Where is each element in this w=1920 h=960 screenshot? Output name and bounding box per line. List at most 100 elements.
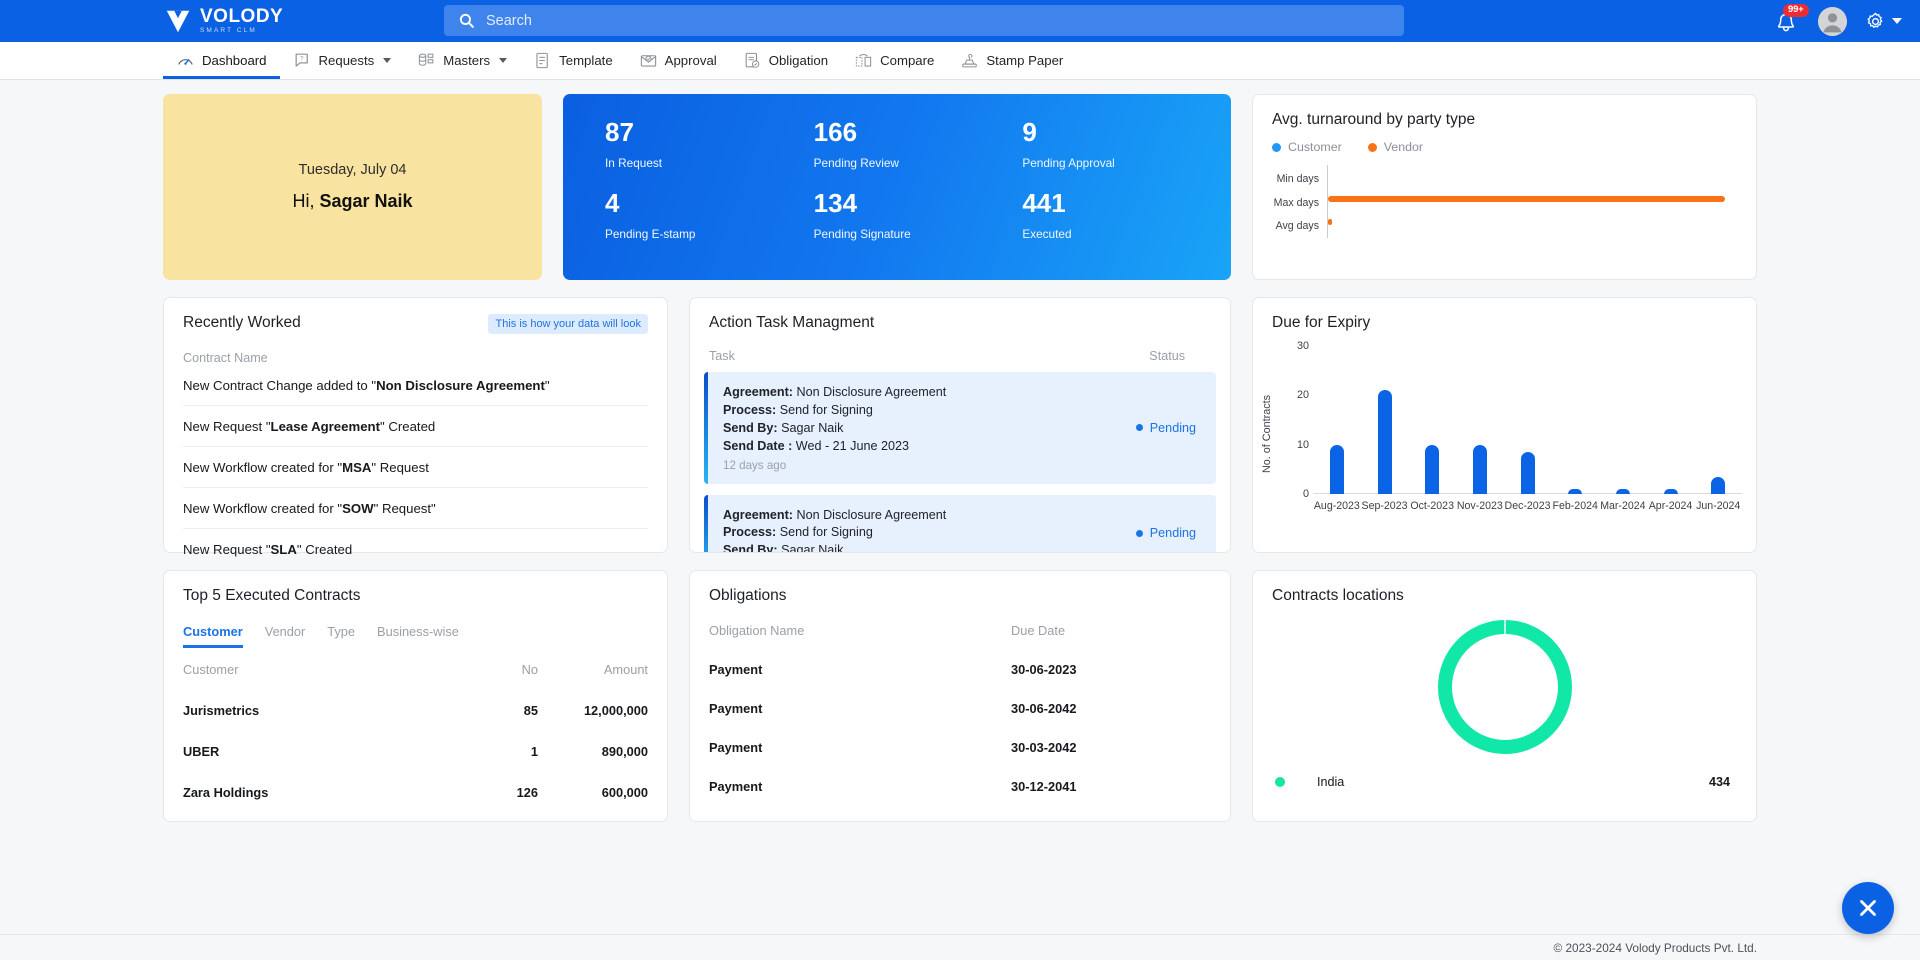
bar-column (1551, 346, 1599, 494)
donut-svg[interactable] (1431, 613, 1579, 761)
item-strong: SLA (270, 542, 297, 557)
request-icon: ? (295, 53, 308, 67)
tab-type[interactable]: Type (316, 618, 366, 648)
stat-label: In Request (605, 155, 663, 170)
table-row[interactable]: Payment 30-03-2042 (709, 728, 1211, 767)
stat-pending-review[interactable]: 166 Pending Review (814, 117, 1023, 189)
tab-customer[interactable]: Customer (183, 618, 254, 648)
status-label: Pending (1149, 526, 1196, 541)
bar-apr-2024[interactable] (1663, 489, 1678, 494)
list-item[interactable]: New Request "SLA" Created (183, 529, 648, 569)
cell-customer: Zara Holdings (183, 785, 269, 800)
settings-menu[interactable] (1865, 11, 1902, 32)
task-process: Process: Send for Signing (723, 524, 946, 542)
nav-item-compare[interactable]: Compare (841, 42, 947, 79)
column-no: No (521, 662, 538, 677)
turnaround-title: Avg. turnaround by party type (1272, 111, 1476, 128)
status-badge: Pending (1135, 421, 1196, 435)
cell-due: 30-12-2041 (1011, 779, 1077, 794)
tab-business-wise[interactable]: Business-wise (366, 618, 470, 648)
x-tick: Feb-2024 (1552, 500, 1598, 512)
chevron-down-icon (383, 58, 392, 63)
list-item[interactable]: New Contract Change added to "Non Disclo… (183, 365, 648, 406)
legend-label-india: India (1317, 775, 1345, 789)
table-row[interactable]: Payment 30-06-2023 (709, 650, 1211, 689)
header-actions: 99+ (1774, 0, 1902, 42)
bar-aug-2023[interactable] (1329, 444, 1344, 494)
stat-in-request[interactable]: 87 In Request (605, 117, 814, 189)
table-row[interactable]: Jurismetrics 85 12,000,000 (183, 690, 648, 731)
main-navigation: Dashboard ? Requests Masters Template Ap… (0, 42, 1920, 80)
field-label: Agreement: (723, 385, 793, 399)
bar-column (1456, 346, 1504, 494)
table-row[interactable]: UBER 1 890,000 (183, 731, 648, 772)
bar-sep-2023[interactable] (1377, 390, 1392, 494)
list-item[interactable]: New Request "Lease Agreement" Created (183, 406, 648, 447)
bar-series (1313, 346, 1742, 494)
nav-item-stamp-paper[interactable]: Stamp Paper (947, 42, 1076, 79)
app-logo[interactable]: VOLODY SMART CLM (163, 6, 283, 36)
avatar[interactable] (1818, 6, 1847, 36)
list-item[interactable]: New Workflow created for "MSA" Request (183, 447, 648, 488)
stat-pending-estamp[interactable]: 4 Pending E-stamp (605, 188, 814, 260)
x-axis-labels: Aug-2023 Sep-2023 Oct-2023 Nov-2023 Dec-… (1313, 500, 1742, 513)
locations-title: Contracts locations (1272, 587, 1404, 604)
volody-logo-icon (166, 10, 190, 33)
field-value: Non Disclosure Agreement (796, 385, 947, 399)
bar-column (1408, 346, 1456, 494)
nav-item-obligation[interactable]: Obligation (730, 42, 841, 79)
cell-due: 30-06-2042 (1011, 701, 1077, 716)
stat-executed[interactable]: 441 Executed (1022, 188, 1231, 260)
dashboard-content: Tuesday, July 04 Hi, Sagar Naik 87 In Re… (0, 80, 1920, 960)
task-item[interactable]: Agreement: Non Disclosure Agreement Proc… (704, 494, 1216, 552)
close-icon (1860, 900, 1876, 916)
bar-feb-2024[interactable] (1568, 489, 1583, 494)
stat-pending-signature[interactable]: 134 Pending Signature (814, 188, 1023, 260)
status-dot (1135, 529, 1143, 537)
cell-name: Payment (709, 701, 763, 716)
y-tick-20: 20 (1296, 389, 1309, 402)
bar-column (1504, 346, 1552, 494)
copyright-text: © 2023-2024 Volody Products Pvt. Ltd. (1553, 940, 1757, 955)
bar-jun-2024[interactable] (1711, 476, 1726, 494)
legend-dot-customer (1272, 142, 1281, 152)
field-value: Sagar Naik (781, 420, 844, 435)
legend-label: Vendor (1383, 140, 1423, 154)
table-row[interactable]: Payment 30-06-2042 (709, 689, 1211, 728)
x-tick: Jun-2024 (1696, 500, 1741, 512)
legend-vendor[interactable]: Vendor (1367, 140, 1423, 154)
task-item[interactable]: Agreement: Non Disclosure Agreement Proc… (704, 372, 1216, 484)
list-item[interactable]: New Workflow created for "SOW" Request" (183, 488, 648, 529)
nav-item-template[interactable]: Template (520, 42, 626, 79)
close-chat-button[interactable] (1842, 882, 1894, 934)
table-row[interactable]: Payment 30-12-2041 (709, 767, 1211, 806)
bar-nov-2023[interactable] (1472, 444, 1487, 494)
nav-item-masters[interactable]: Masters (404, 42, 520, 79)
item-prefix: New Request " (183, 419, 271, 434)
stat-pending-approval[interactable]: 9 Pending Approval (1022, 117, 1231, 189)
obligations-card: Obligations Obligation Name Due Date Pay… (689, 570, 1231, 822)
turnaround-legend: Customer Vendor (1253, 129, 1756, 154)
table-row[interactable]: Zara Holdings 126 600,000 (183, 772, 648, 813)
nav-item-dashboard[interactable]: Dashboard (163, 42, 280, 79)
search-input[interactable] (486, 12, 1390, 29)
tab-vendor[interactable]: Vendor (254, 618, 317, 648)
bar-oct-2023[interactable] (1425, 444, 1440, 494)
item-prefix: New Request " (183, 542, 271, 557)
notifications-button[interactable]: 99+ (1774, 4, 1809, 34)
bar-mar-2024[interactable] (1615, 489, 1630, 494)
global-search[interactable] (444, 5, 1404, 36)
bar-dec-2023[interactable] (1520, 452, 1535, 494)
field-label: Send By: (723, 420, 778, 435)
nav-item-requests[interactable]: ? Requests (280, 42, 405, 79)
due-for-expiry-title: Due for Expiry (1272, 314, 1371, 331)
column-customer: Customer (183, 662, 239, 677)
due-for-expiry-card: Due for Expiry No. of Contracts 30 20 10… (1252, 297, 1757, 553)
legend-label: Customer (1288, 140, 1342, 154)
top-header: VOLODY SMART CLM 99+ (0, 0, 1920, 42)
field-value: Send for Signing (779, 525, 873, 540)
nav-item-approval[interactable]: Approval (626, 42, 730, 79)
x-tick: Nov-2023 (1456, 500, 1503, 512)
task-senddate: Send Date : Wed - 21 June 2023 (723, 438, 946, 456)
legend-customer[interactable]: Customer (1272, 140, 1342, 154)
